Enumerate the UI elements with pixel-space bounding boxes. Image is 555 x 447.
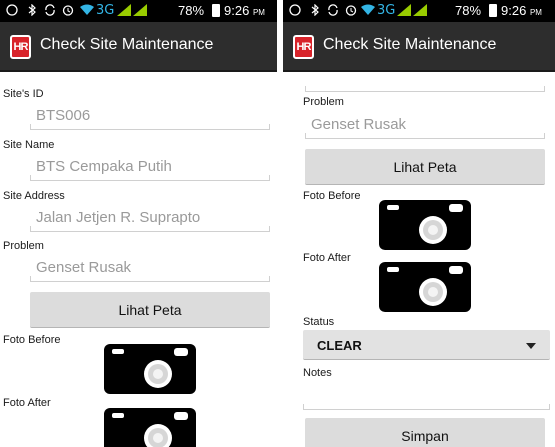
- notes-label: Notes: [303, 367, 332, 379]
- site-name-field[interactable]: BTS Cempaka Putih: [30, 155, 270, 181]
- signal-icon: [397, 4, 411, 16]
- status-bar: 3G 78% 9:26 PM: [0, 0, 277, 22]
- clock-time: 9:26: [501, 3, 527, 18]
- site-address-value: Jalan Jetjen R. Suprapto: [36, 209, 201, 226]
- problem-field[interactable]: Genset Rusak: [30, 256, 270, 282]
- signal-icon-2: [133, 4, 147, 16]
- status-label: Status: [303, 316, 335, 328]
- signal-icon: [117, 4, 131, 16]
- screen-left: 3G 78% 9:26 PM HR Check Site Maintenance…: [0, 0, 277, 447]
- camera-icon[interactable]: [104, 408, 196, 447]
- action-bar: HR Check Site Maintenance: [283, 22, 555, 72]
- lihat-peta-button[interactable]: Lihat Peta: [30, 292, 270, 328]
- whatsapp-icon: [6, 4, 18, 16]
- network-type: 3G: [96, 3, 115, 18]
- app-icon[interactable]: HR: [10, 35, 31, 59]
- app-title: Check Site Maintenance: [40, 36, 214, 53]
- status-dropdown[interactable]: CLEAR: [303, 330, 550, 360]
- camera-icon[interactable]: [104, 344, 196, 394]
- foto-before-label: Foto Before: [303, 190, 361, 202]
- camera-icon[interactable]: [379, 262, 471, 312]
- status-bar: 3G 78% 9:26 PM: [283, 0, 555, 22]
- foto-after-label: Foto After: [3, 397, 51, 409]
- sync-icon: [328, 4, 338, 16]
- battery-icon: [212, 4, 220, 17]
- whatsapp-icon: [289, 4, 301, 16]
- status-value: CLEAR: [317, 338, 362, 353]
- foto-before-label: Foto Before: [3, 334, 61, 346]
- problem-label: Problem: [3, 240, 44, 252]
- lihat-peta-button[interactable]: Lihat Peta: [305, 149, 545, 185]
- wifi-icon: [80, 4, 94, 15]
- site-name-value: BTS Cempaka Putih: [36, 158, 172, 175]
- problem-field[interactable]: Genset Rusak: [305, 113, 545, 139]
- sync-icon: [45, 4, 55, 16]
- problem-value: Genset Rusak: [36, 259, 132, 276]
- dropdown-arrow-icon: [526, 343, 536, 349]
- notes-field[interactable]: [303, 384, 550, 410]
- network-type: 3G: [377, 3, 396, 18]
- action-bar: HR Check Site Maintenance: [0, 22, 277, 72]
- clock-ampm: PM: [529, 8, 542, 17]
- site-address-field[interactable]: Jalan Jetjen R. Suprapto: [30, 206, 270, 232]
- battery-percent: 78%: [178, 3, 205, 18]
- battery-percent: 78%: [455, 3, 482, 18]
- site-id-field[interactable]: BTS006: [30, 104, 270, 130]
- site-name-label: Site Name: [3, 139, 55, 151]
- alarm-icon: [62, 5, 74, 16]
- signal-icon-2: [413, 4, 427, 16]
- site-id-label: Site's ID: [3, 88, 44, 100]
- battery-icon: [489, 4, 497, 17]
- wifi-icon: [361, 4, 375, 15]
- screen-right: 3G 78% 9:26 PM HR Check Site Maintenance…: [283, 0, 555, 447]
- bluetooth-icon: [28, 4, 36, 16]
- app-icon[interactable]: HR: [293, 35, 314, 59]
- site-id-value: BTS006: [36, 107, 91, 124]
- alarm-icon: [345, 5, 357, 16]
- clock-ampm: PM: [252, 8, 265, 17]
- site-address-field-scrolled[interactable]: [305, 66, 545, 92]
- problem-label: Problem: [303, 96, 344, 108]
- app-title: Check Site Maintenance: [323, 36, 497, 53]
- bluetooth-icon: [311, 4, 319, 16]
- clock-time: 9:26: [224, 3, 250, 18]
- foto-after-label: Foto After: [303, 252, 351, 264]
- clock: 9:26 PM: [224, 3, 265, 18]
- camera-icon[interactable]: [379, 200, 471, 250]
- clock: 9:26 PM: [501, 3, 542, 18]
- site-address-label: Site Address: [3, 190, 65, 202]
- problem-value: Genset Rusak: [311, 116, 407, 133]
- simpan-button[interactable]: Simpan: [305, 418, 545, 447]
